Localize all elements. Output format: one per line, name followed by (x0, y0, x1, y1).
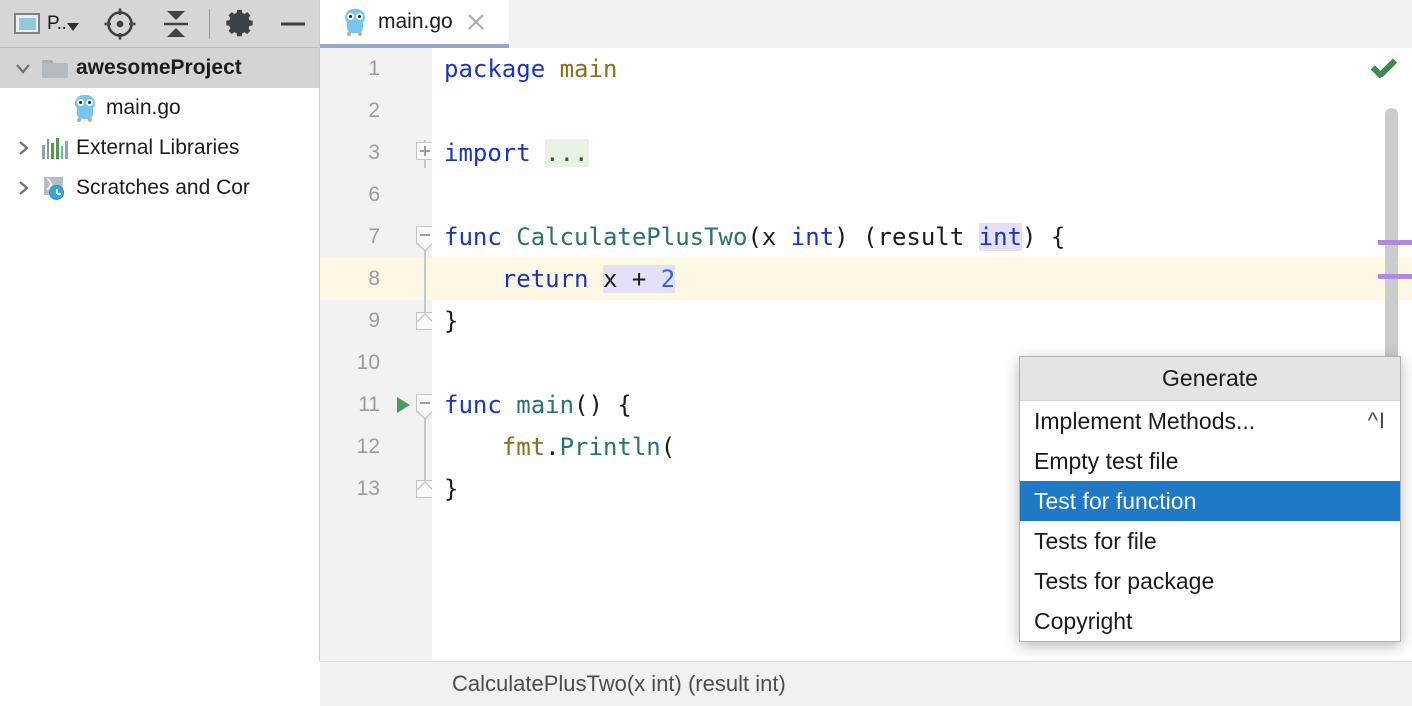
line-number: 10 (357, 351, 380, 375)
tree-item-label: main.go (106, 96, 181, 120)
tree-item-label: awesomeProject (76, 56, 242, 80)
menu-item-label: Empty test file (1034, 448, 1178, 475)
breadcrumb[interactable]: CalculatePlusTwo(x int) (result int) (320, 661, 1412, 706)
tree-item-main-go[interactable]: main.go (0, 88, 319, 128)
gear-icon (226, 8, 258, 40)
menu-item-tests-for-package[interactable]: Tests for package (1020, 561, 1400, 601)
close-icon[interactable] (465, 11, 487, 33)
line-number: 13 (357, 477, 380, 501)
ok-check-icon[interactable] (1370, 60, 1400, 82)
project-view-selector[interactable]: P.. (14, 7, 79, 41)
line-number: 12 (357, 435, 380, 459)
project-tree[interactable]: awesomeProject main.go External Lib (0, 48, 319, 706)
line-number: 1 (368, 57, 380, 81)
scroll-marker[interactable] (1378, 240, 1412, 245)
project-toolbar: P.. (0, 0, 319, 48)
line-number: 7 (368, 225, 380, 249)
tree-item-label: External Libraries (76, 136, 239, 160)
menu-item-implement-methods[interactable]: Implement Methods... ^I (1020, 401, 1400, 441)
select-opened-file-button[interactable] (103, 7, 137, 41)
collapse-all-button[interactable] (159, 7, 193, 41)
chevron-down-icon[interactable] (8, 57, 38, 79)
external-libraries-icon (38, 137, 72, 159)
menu-item-label: Implement Methods... (1034, 408, 1255, 435)
left-panel-bottom-filler (0, 661, 320, 706)
line-number: 3 (368, 141, 380, 165)
line-number: 6 (368, 183, 380, 207)
run-gutter-icon[interactable] (397, 397, 410, 413)
tree-item-awesomeProject[interactable]: awesomeProject (0, 48, 319, 88)
scratches-icon: ❯ (38, 177, 72, 199)
tree-item-external-libraries[interactable]: External Libraries (0, 128, 319, 168)
project-view-label: P.. (47, 13, 66, 35)
code-line-8[interactable]: return x + 2 (432, 258, 1412, 300)
folded-import-placeholder[interactable]: ... (545, 139, 588, 167)
editor-body[interactable]: 1 2 3 6 7 8 9 10 11 12 13 (320, 48, 1412, 661)
popup-title: Generate (1020, 357, 1400, 401)
code-line-6[interactable] (432, 174, 1412, 216)
menu-item-shortcut: ^I (1368, 408, 1386, 434)
collapse-all-icon (159, 7, 193, 41)
menu-item-tests-for-file[interactable]: Tests for file (1020, 521, 1400, 561)
code-line-2[interactable] (432, 90, 1412, 132)
code-line-9[interactable]: } (432, 300, 1412, 342)
toolbar-separator (209, 9, 210, 39)
line-number: 11 (358, 393, 380, 417)
line-number: 9 (368, 309, 380, 333)
menu-item-copyright[interactable]: Copyright (1020, 601, 1400, 641)
go-file-icon (342, 9, 368, 35)
folder-icon (38, 58, 72, 78)
breadcrumb-text: CalculatePlusTwo(x int) (result int) (452, 671, 786, 697)
tree-item-scratches[interactable]: ❯ Scratches and Cor (0, 168, 319, 208)
chevron-right-icon[interactable] (8, 137, 38, 159)
fold-column[interactable] (424, 48, 426, 661)
menu-item-label: Test for function (1034, 488, 1196, 515)
menu-item-label: Tests for file (1034, 528, 1157, 555)
editor-area: main.go 1 2 3 6 7 8 9 10 11 12 13 (320, 0, 1412, 706)
line-number: 8 (368, 267, 380, 291)
chevron-right-icon[interactable] (8, 177, 38, 199)
menu-item-empty-test-file[interactable]: Empty test file (1020, 441, 1400, 481)
tab-main-go[interactable]: main.go (320, 0, 509, 48)
code-line-7[interactable]: func CalculatePlusTwo(x int) (result int… (432, 216, 1412, 258)
minimize-icon (276, 7, 310, 41)
line-number: 2 (368, 99, 380, 123)
tab-label: main.go (378, 10, 453, 34)
generate-popup-menu[interactable]: Generate Implement Methods... ^I Empty t… (1019, 356, 1401, 642)
menu-item-label: Copyright (1034, 608, 1132, 635)
project-tool-window: P.. (0, 0, 320, 706)
menu-item-label: Tests for package (1034, 568, 1214, 595)
tree-item-label: Scratches and Cor (76, 176, 250, 200)
code-line-3[interactable]: import ... (432, 132, 1412, 174)
code-line-1[interactable]: package main (432, 48, 1412, 90)
go-file-icon (68, 95, 102, 121)
menu-item-test-for-function[interactable]: Test for function (1020, 481, 1400, 521)
chevron-down-icon[interactable] (67, 23, 79, 31)
hide-panel-button[interactable] (276, 7, 310, 41)
settings-button[interactable] (226, 7, 258, 41)
editor-tab-bar: main.go (320, 0, 1412, 48)
scroll-marker[interactable] (1378, 274, 1412, 279)
target-crosshair-icon (103, 7, 137, 41)
project-window-icon (14, 13, 40, 34)
editor-gutter[interactable]: 1 2 3 6 7 8 9 10 11 12 13 (320, 48, 432, 661)
